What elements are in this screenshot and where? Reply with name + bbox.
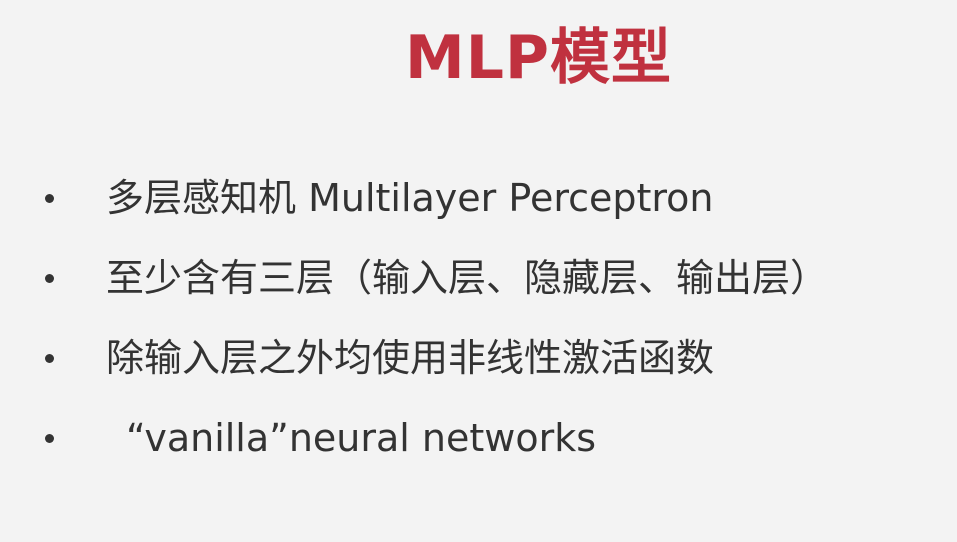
bullet-dot-icon: [45, 354, 54, 363]
bullet-list: 多层感知机 Multilayer Perceptron 至少含有三层（输入层、隐…: [0, 160, 957, 480]
bullet-text: 至少含有三层（输入层、隐藏层、输出层）: [106, 256, 829, 300]
bullet-dot-icon: [45, 194, 54, 203]
bullet-dot-icon: [45, 434, 54, 443]
bullet-text: 多层感知机 Multilayer Perceptron: [106, 176, 714, 220]
bullet-item: 除输入层之外均使用非线性激活函数: [0, 320, 957, 400]
slide: MLP模型 多层感知机 Multilayer Perceptron 至少含有三层…: [0, 0, 957, 542]
bullet-item: 多层感知机 Multilayer Perceptron: [0, 160, 957, 240]
bullet-text: 除输入层之外均使用非线性激活函数: [106, 336, 715, 380]
bullet-text: “vanilla”neural networks: [126, 416, 597, 460]
bullet-item: “vanilla”neural networks: [0, 400, 957, 480]
bullet-item: 至少含有三层（输入层、隐藏层、输出层）: [0, 240, 957, 320]
bullet-dot-icon: [45, 274, 54, 283]
slide-title: MLP模型: [405, 23, 672, 93]
